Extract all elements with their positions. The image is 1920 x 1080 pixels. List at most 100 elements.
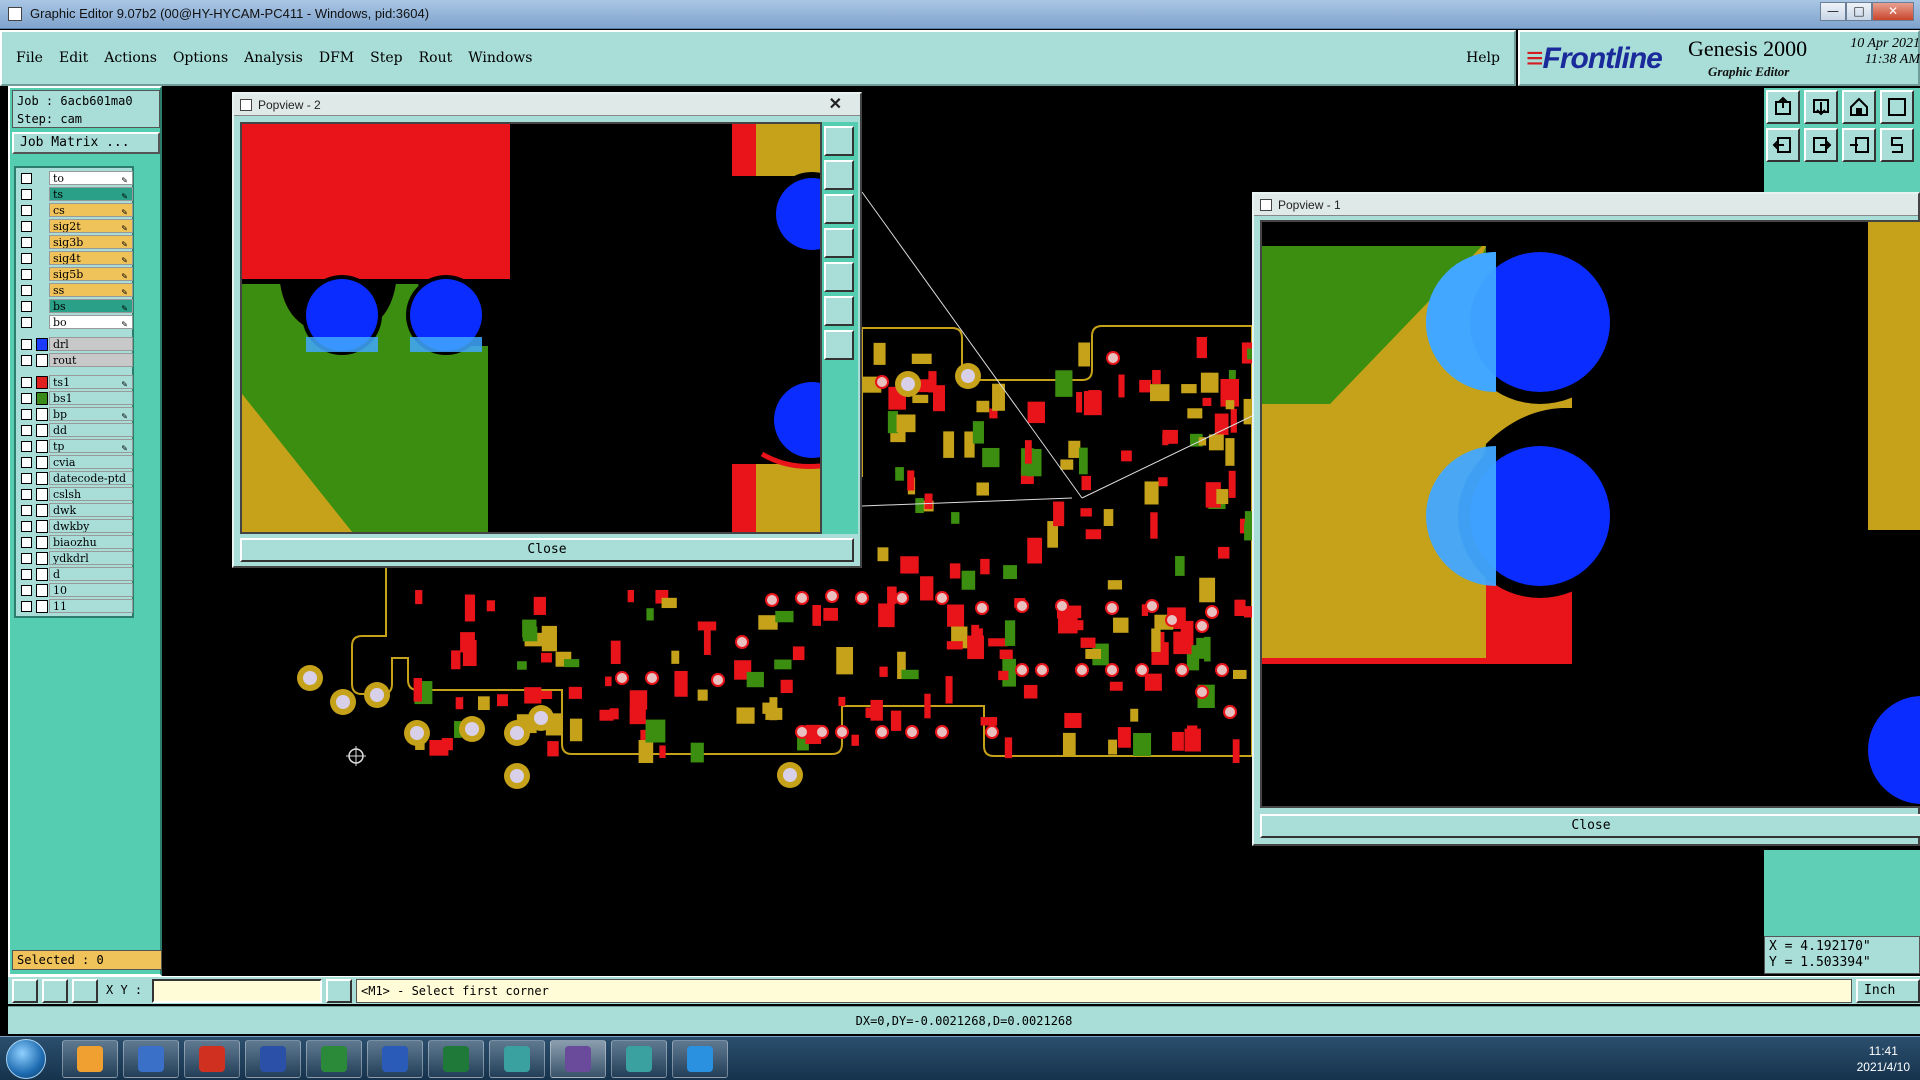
- layer-row[interactable]: dd: [17, 422, 133, 438]
- layer-name[interactable]: bs1: [49, 391, 133, 405]
- layer-name[interactable]: ydkdrl: [49, 551, 133, 565]
- close-window-button[interactable]: ✕: [1872, 2, 1914, 21]
- layer-row[interactable]: ts1 ✎: [17, 374, 133, 390]
- layer-name[interactable]: cvia: [49, 455, 133, 469]
- layer-name[interactable]: ts ✎: [49, 187, 133, 201]
- layer-name[interactable]: d: [49, 567, 133, 581]
- layer-name[interactable]: sig2t ✎: [49, 219, 133, 233]
- taskbar-word-button[interactable]: [367, 1040, 423, 1078]
- taskbar-notepad-button[interactable]: [123, 1040, 179, 1078]
- layer-name[interactable]: sig5b ✎: [49, 267, 133, 281]
- popview-2-canvas[interactable]: [240, 122, 822, 534]
- layer-name[interactable]: rout: [49, 353, 133, 367]
- popview-pan-right-button[interactable]: [824, 262, 854, 292]
- layer-name[interactable]: datecode-ptd: [49, 471, 133, 485]
- layer-row[interactable]: cslsh: [17, 486, 133, 502]
- popview-pan-left-button[interactable]: [824, 228, 854, 258]
- popview-1-close-button[interactable]: Close: [1260, 814, 1920, 838]
- measure-tool-button[interactable]: [42, 979, 68, 1003]
- layer-checkbox[interactable]: [21, 300, 32, 312]
- layer-row[interactable]: ydkdrl: [17, 550, 133, 566]
- layer-checkbox[interactable]: [21, 220, 32, 232]
- redraw-button[interactable]: [1842, 128, 1876, 162]
- layer-name[interactable]: bp ✎: [49, 407, 133, 421]
- menu-analysis[interactable]: Analysis: [244, 50, 303, 66]
- menu-actions[interactable]: Actions: [104, 50, 157, 66]
- zoom-home-button[interactable]: [1766, 90, 1800, 124]
- taskbar-save-button[interactable]: [245, 1040, 301, 1078]
- layer-row[interactable]: sig5b ✎: [17, 266, 133, 282]
- layer-checkbox[interactable]: [21, 504, 32, 516]
- layer-row[interactable]: ts ✎: [17, 186, 133, 202]
- layer-checkbox[interactable]: [21, 354, 32, 366]
- layer-name[interactable]: bo ✎: [49, 315, 133, 329]
- pan-left-button[interactable]: [1766, 128, 1800, 162]
- layer-row[interactable]: ss ✎: [17, 282, 133, 298]
- fit-view-button[interactable]: [1880, 90, 1914, 124]
- layer-name[interactable]: ts1 ✎: [49, 375, 133, 389]
- layer-name[interactable]: cslsh: [49, 487, 133, 501]
- taskbar-camera-button[interactable]: [611, 1040, 667, 1078]
- layer-checkbox[interactable]: [21, 376, 32, 388]
- taskbar-viewer-button[interactable]: [489, 1040, 545, 1078]
- taskbar-genesis-button[interactable]: [550, 1040, 606, 1078]
- popview-center-button[interactable]: [824, 330, 854, 360]
- layer-name[interactable]: ss ✎: [49, 283, 133, 297]
- layer-checkbox[interactable]: [21, 268, 32, 280]
- home-icon[interactable]: [1842, 90, 1876, 124]
- taskbar-cad-button[interactable]: [184, 1040, 240, 1078]
- layer-row[interactable]: 10: [17, 582, 133, 598]
- popview-2-titlebar[interactable]: Popview - 2 ✕: [234, 94, 860, 116]
- layer-checkbox[interactable]: [21, 456, 32, 468]
- layer-name[interactable]: bs ✎: [49, 299, 133, 313]
- layer-row[interactable]: cs ✎: [17, 202, 133, 218]
- layer-name[interactable]: 11: [49, 599, 133, 613]
- start-button[interactable]: [6, 1039, 46, 1079]
- popview-1-canvas[interactable]: [1260, 220, 1920, 808]
- units-selector[interactable]: Inch: [1856, 979, 1920, 1003]
- minimize-button[interactable]: —: [1820, 2, 1846, 21]
- taskbar-excel-button[interactable]: [428, 1040, 484, 1078]
- layer-checkbox[interactable]: [21, 204, 32, 216]
- popview-zoom-out-button[interactable]: [824, 160, 854, 190]
- layer-name[interactable]: dd: [49, 423, 133, 437]
- layer-name[interactable]: sig3b ✎: [49, 235, 133, 249]
- snap-button[interactable]: [1880, 128, 1914, 162]
- layer-checkbox[interactable]: [21, 252, 32, 264]
- layer-row[interactable]: dwk: [17, 502, 133, 518]
- layer-name[interactable]: sig4t ✎: [49, 251, 133, 265]
- layer-checkbox[interactable]: [21, 600, 32, 612]
- menu-rout[interactable]: Rout: [419, 50, 453, 66]
- popview-zoom-in-button[interactable]: [824, 194, 854, 224]
- layer-row[interactable]: sig3b ✎: [17, 234, 133, 250]
- zoom-in-button[interactable]: [1804, 90, 1838, 124]
- maximize-button[interactable]: □: [1846, 2, 1872, 21]
- layer-checkbox[interactable]: [21, 236, 32, 248]
- layer-row[interactable]: dwkby: [17, 518, 133, 534]
- layer-name[interactable]: tp ✎: [49, 439, 133, 453]
- menu-step[interactable]: Step: [370, 50, 402, 66]
- layer-row[interactable]: d: [17, 566, 133, 582]
- layer-row[interactable]: bs1: [17, 390, 133, 406]
- layer-name[interactable]: cs ✎: [49, 203, 133, 217]
- layer-row[interactable]: sig2t ✎: [17, 218, 133, 234]
- taskbar-explorer-button[interactable]: [62, 1040, 118, 1078]
- popview-1-window[interactable]: Popview - 1 Close: [1252, 192, 1920, 846]
- layer-checkbox[interactable]: [21, 536, 32, 548]
- layer-name[interactable]: to ✎: [49, 171, 133, 185]
- grid-tool-button[interactable]: [72, 979, 98, 1003]
- menu-options[interactable]: Options: [173, 50, 228, 66]
- layer-checkbox[interactable]: [21, 488, 32, 500]
- popview-fit-button[interactable]: [824, 296, 854, 326]
- layer-row[interactable]: biaozhu: [17, 534, 133, 550]
- menu-help[interactable]: Help: [1466, 50, 1500, 66]
- layer-name[interactable]: biaozhu: [49, 535, 133, 549]
- menu-edit[interactable]: Edit: [59, 50, 88, 66]
- input-toggle-button[interactable]: [326, 979, 352, 1003]
- layer-row[interactable]: tp ✎: [17, 438, 133, 454]
- layer-row[interactable]: bs ✎: [17, 298, 133, 314]
- layer-name[interactable]: 10: [49, 583, 133, 597]
- layer-checkbox[interactable]: [21, 568, 32, 580]
- layer-row[interactable]: 11: [17, 598, 133, 614]
- layer-row[interactable]: to ✎: [17, 170, 133, 186]
